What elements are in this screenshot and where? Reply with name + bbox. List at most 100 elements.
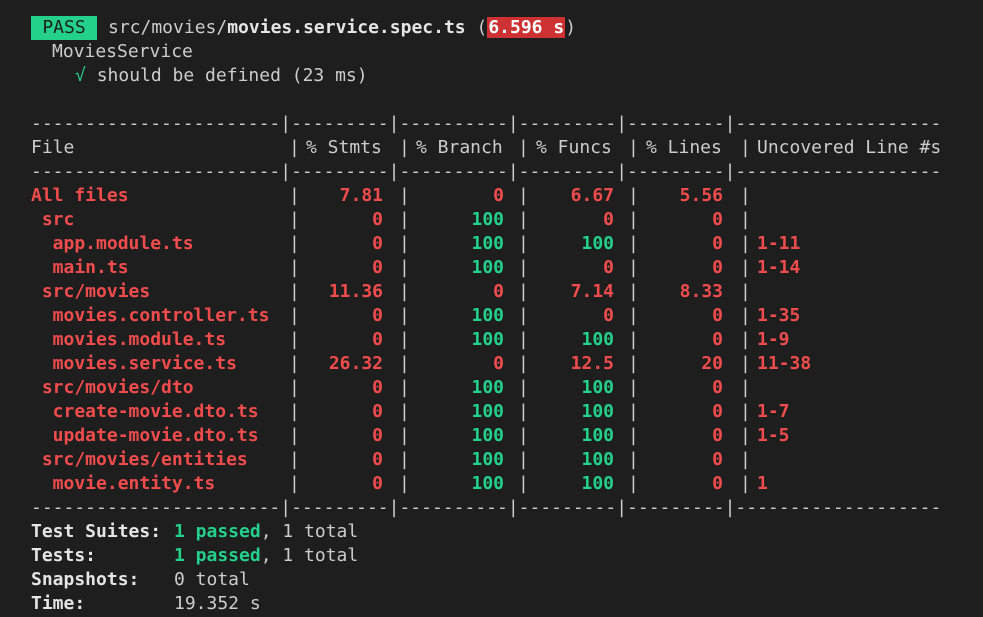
column-separator: | <box>289 281 300 302</box>
test-file-prefix: src/movies/ <box>108 17 228 38</box>
cell-funcs: 0 <box>603 305 614 326</box>
column-separator: | <box>740 473 751 494</box>
column-header: % Stmts <box>306 137 382 158</box>
column-separator: | <box>289 137 300 158</box>
column-separator: | <box>518 233 529 254</box>
cell-branch: 100 <box>471 473 504 494</box>
column-separator: | <box>740 305 751 326</box>
cell-lines: 8.33 <box>679 281 723 302</box>
table-row: movies.module.ts 0 100 100 0 1-9 | | | | | <box>0 328 983 352</box>
column-separator: | <box>740 281 751 302</box>
column-separator: | <box>518 377 529 398</box>
column-separator: | <box>740 377 751 398</box>
cell-lines: 0 <box>712 377 723 398</box>
column-separator: | <box>628 305 639 326</box>
cell-funcs: 100 <box>581 377 614 398</box>
column-separator: | <box>740 185 751 206</box>
column-separator: | <box>289 401 300 422</box>
test-file-name: movies.service.spec.ts <box>227 17 466 38</box>
column-separator: | <box>289 185 300 206</box>
column-separator: | <box>628 401 639 422</box>
column-separator: | <box>628 473 639 494</box>
test-name: should be defined (23 ms) <box>96 65 368 86</box>
column-separator: | <box>628 209 639 230</box>
cell-uncovered: 1 <box>757 473 768 494</box>
column-separator: | <box>518 329 529 350</box>
column-separator: | <box>518 401 529 422</box>
cell-branch: 100 <box>471 257 504 278</box>
duration-badge: 6.596 s <box>487 17 566 38</box>
column-separator: | <box>289 329 300 350</box>
summary-tests-label: Tests: <box>31 545 97 566</box>
cell-branch: 0 <box>493 185 504 206</box>
cell-lines: 0 <box>712 329 723 350</box>
summary-time-value: 19.352 s <box>174 593 261 614</box>
cell-file: src/movies/entities <box>31 449 248 470</box>
cell-file: src/movies/dto <box>31 377 194 398</box>
cell-lines: 0 <box>712 233 723 254</box>
column-separator: | <box>518 449 529 470</box>
column-header: File <box>31 137 75 158</box>
column-separator: | <box>289 257 300 278</box>
column-separator: | <box>289 209 300 230</box>
column-separator: | <box>289 305 300 326</box>
column-separator: | <box>740 209 751 230</box>
column-header: % Branch <box>416 137 503 158</box>
test-result-line: √ should be defined (23 ms) <box>75 64 368 88</box>
cell-funcs: 100 <box>581 329 614 350</box>
column-separator: | <box>518 353 529 374</box>
column-separator: | <box>628 329 639 350</box>
summary-snapshots-label: Snapshots: <box>31 569 140 590</box>
cell-stmts: 0 <box>372 233 383 254</box>
column-separator: | <box>289 425 300 446</box>
check-icon: √ <box>75 65 86 86</box>
cell-lines: 5.56 <box>679 185 723 206</box>
cell-stmts: 0 <box>372 257 383 278</box>
cell-stmts: 0 <box>372 305 383 326</box>
column-header: % Lines <box>646 137 722 158</box>
table-row: movies.controller.ts 0 100 0 0 1-35 | | | | | <box>0 304 983 328</box>
cell-branch: 100 <box>471 305 504 326</box>
cell-stmts: 0 <box>372 449 383 470</box>
column-separator: | <box>740 257 751 278</box>
tests-total: , 1 total <box>260 545 359 566</box>
table-row: create-movie.dto.ts 0 100 100 0 1-7 | | | | | <box>0 400 983 424</box>
cell-uncovered: 1-11 <box>757 233 801 254</box>
column-separator: | <box>628 353 639 374</box>
cell-file: movies.service.ts <box>31 353 237 374</box>
cell-lines: 0 <box>712 473 723 494</box>
pass-badge: PASS <box>31 16 97 40</box>
suites-passed: 1 passed <box>174 521 261 542</box>
cell-file: src/movies <box>31 281 151 302</box>
table-row: movie.entity.ts 0 100 100 0 1 | | | | | <box>0 472 983 496</box>
column-separator: | <box>399 185 410 206</box>
cell-file: main.ts <box>31 257 129 278</box>
column-separator: | <box>518 473 529 494</box>
cell-stmts: 0 <box>372 377 383 398</box>
column-separator: | <box>518 425 529 446</box>
cell-branch: 100 <box>471 329 504 350</box>
column-separator: | <box>289 377 300 398</box>
cell-file: movie.entity.ts <box>31 473 216 494</box>
table-row: All files 7.81 0 6.67 5.56 | | | | | <box>0 184 983 208</box>
column-separator: | <box>518 137 529 158</box>
cell-file: src <box>31 209 75 230</box>
column-separator: | <box>518 257 529 278</box>
cell-lines: 0 <box>712 449 723 470</box>
cell-stmts: 0 <box>372 401 383 422</box>
table-top-border: -----------------------|---------|------… <box>31 113 942 134</box>
table-row: src/movies 11.36 0 7.14 8.33 | | | | | <box>0 280 983 304</box>
cell-lines: 0 <box>712 425 723 446</box>
column-separator: | <box>399 377 410 398</box>
column-separator: | <box>399 233 410 254</box>
column-separator: | <box>740 233 751 254</box>
table-row: app.module.ts 0 100 100 0 1-11 | | | | | <box>0 232 983 256</box>
column-separator: | <box>399 209 410 230</box>
cell-stmts: 0 <box>372 473 383 494</box>
column-separator: | <box>628 449 639 470</box>
column-separator: | <box>399 425 410 446</box>
summary-tests-value: 1 passed, 1 total <box>174 544 358 568</box>
cell-branch: 100 <box>471 449 504 470</box>
cell-lines: 0 <box>712 305 723 326</box>
suite-name: MoviesService <box>52 41 193 62</box>
